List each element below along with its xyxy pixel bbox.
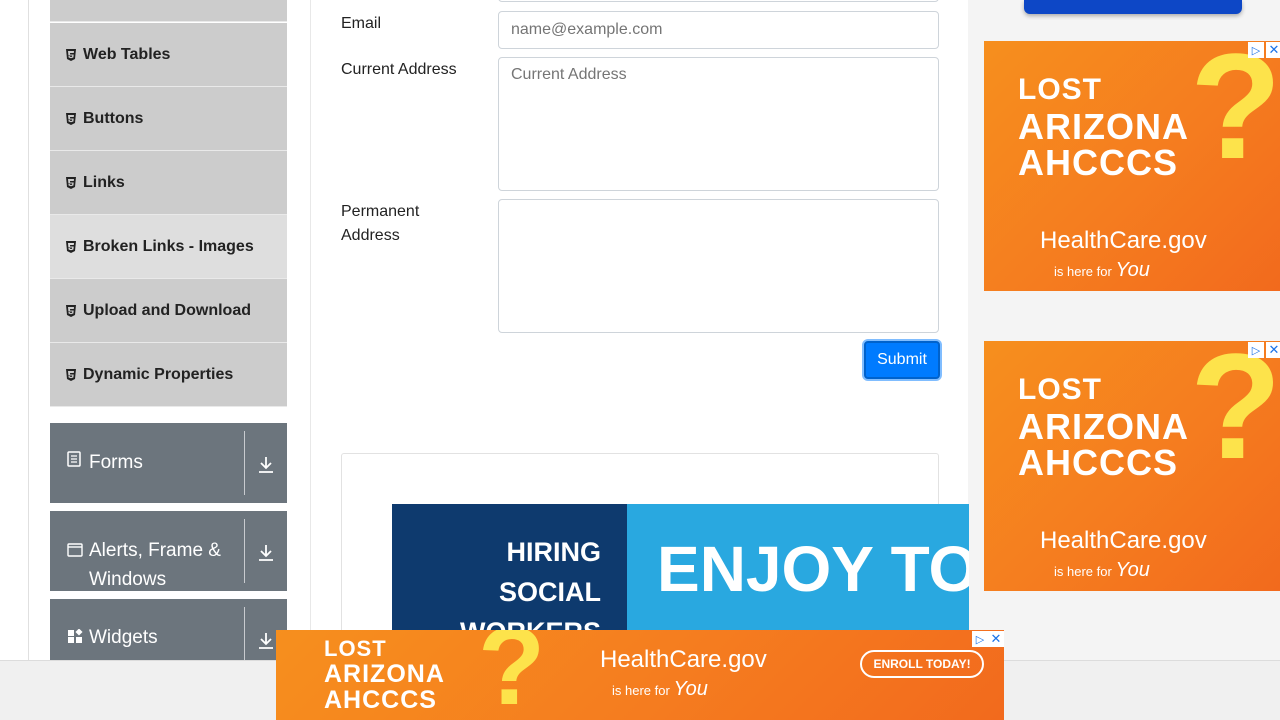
html5-icon [65, 176, 77, 189]
html5-icon [65, 368, 77, 381]
ad-text-lost: LOST [324, 636, 387, 661]
ad-healthcare-title: HealthCare.gov [600, 646, 767, 673]
ad-blue-button[interactable] [1024, 0, 1242, 14]
sidebar-item-label: Web Tables [83, 45, 171, 63]
window-icon [67, 543, 83, 559]
question-mark-graphic: ? [1190, 41, 1280, 190]
ad-arizona-middle[interactable]: LOST ARIZONA AHCCCS ? HealthCare.gov is … [984, 341, 1280, 591]
ad-text-ahcccs: AHCCCS [1018, 442, 1179, 483]
close-icon[interactable]: ✕ [1266, 342, 1280, 358]
current-address-label: Current Address [341, 61, 457, 78]
html5-icon [65, 112, 77, 125]
html5-icon [65, 304, 77, 317]
ad-text-arizona: ARIZONA [1018, 106, 1189, 147]
sidebar-item-label: Dynamic Properties [83, 365, 234, 383]
submit-button[interactable]: Submit [864, 341, 940, 379]
ad-healthcare-sub: is here for You [612, 678, 708, 701]
sidebar-item-label: Links [83, 173, 125, 191]
ad-healthcare-sub: is here for You [1054, 559, 1150, 582]
ad-enjoy-text: ENJOY TO [627, 504, 969, 630]
ad-text-arizona: ARIZONA [324, 660, 445, 688]
ad-text-arizona: ARIZONA [1018, 406, 1189, 447]
ad-hiring-banner[interactable]: HIRING SOCIAL WORKERS ENJOY TO [392, 504, 969, 630]
sidebar-item-label: Buttons [83, 109, 144, 127]
sidebar-divider [310, 0, 311, 660]
html5-icon [65, 240, 77, 253]
sidebar-item-buttons[interactable]: Buttons [50, 87, 287, 151]
permanent-address-label: Permanent Address [341, 203, 420, 244]
ad-hiring-text: HIRING SOCIAL WORKERS [392, 504, 627, 630]
ad-sub-you: You [673, 678, 708, 700]
html5-icon [65, 48, 77, 61]
sidebar-item-label: Broken Links - Images [83, 237, 254, 255]
ad-hiring-line: SOCIAL [498, 577, 601, 607]
sidebar-item-upload-download[interactable]: Upload and Download [50, 279, 287, 343]
question-mark-graphic: ? [478, 630, 546, 720]
ad-sub-you: You [1115, 559, 1150, 581]
ad-arizona-top[interactable]: LOST ARIZONA AHCCCS ? HealthCare.gov is … [984, 41, 1280, 291]
ad-text-ahcccs: AHCCCS [324, 686, 437, 714]
adchoices-icon[interactable]: ▷ [1248, 42, 1264, 58]
ad-arizona-bottom[interactable]: LOST ARIZONA AHCCCS ? HealthCare.gov is … [276, 630, 1004, 720]
ad-healthcare-title: HealthCare.gov [1040, 527, 1207, 554]
form-icon [67, 451, 83, 467]
email-field[interactable] [498, 11, 939, 49]
group-forms[interactable]: Forms [50, 423, 287, 503]
download-icon[interactable] [245, 423, 287, 503]
sidebar-item-partial[interactable] [50, 0, 287, 22]
ad-sub-you: You [1115, 259, 1150, 281]
sidebar-item-label: Upload and Download [83, 301, 251, 319]
current-address-field[interactable] [498, 57, 939, 191]
ad-text-ahcccs: AHCCCS [1018, 142, 1179, 183]
question-mark-graphic: ? [1190, 341, 1280, 490]
close-icon[interactable]: ✕ [988, 631, 1004, 647]
ad-healthcare-sub: is here for You [1054, 259, 1150, 282]
sidebar-item-broken-links[interactable]: Broken Links - Images [50, 215, 287, 279]
close-icon[interactable]: ✕ [1266, 42, 1280, 58]
name-field-partial[interactable] [498, 0, 939, 2]
ad-healthcare-title: HealthCare.gov [1040, 227, 1207, 254]
group-label: Widgets [89, 627, 158, 648]
ad-hiring-line: HIRING [506, 537, 602, 567]
adchoices-icon[interactable]: ▷ [1248, 342, 1264, 358]
email-label: Email [341, 15, 382, 32]
group-label: Alerts, Frame & Windows [89, 540, 221, 590]
ad-sub-text: is here for [612, 683, 670, 698]
ad-text-lost: LOST [1018, 73, 1102, 106]
group-label: Forms [89, 452, 143, 473]
left-border [28, 0, 29, 660]
widgets-icon [67, 629, 83, 645]
download-icon[interactable] [245, 511, 287, 591]
sidebar-item-dynamic-properties[interactable]: Dynamic Properties [50, 343, 287, 407]
sidebar-item-links[interactable]: Links [50, 151, 287, 215]
adchoices-icon[interactable]: ▷ [972, 631, 988, 647]
ad-text-lost: LOST [1018, 373, 1102, 406]
enroll-button[interactable]: ENROLL TODAY! [860, 650, 984, 678]
ad-hiring-line: WORKERS [392, 612, 601, 630]
ad-sub-text: is here for [1054, 564, 1112, 579]
sidebar-item-web-tables[interactable]: Web Tables [50, 23, 287, 87]
ad-sub-text: is here for [1054, 264, 1112, 279]
group-alerts[interactable]: Alerts, Frame & Windows [50, 511, 287, 591]
permanent-address-field[interactable] [498, 199, 939, 333]
page: Web Tables Buttons Links Broken Links - … [0, 0, 1280, 720]
